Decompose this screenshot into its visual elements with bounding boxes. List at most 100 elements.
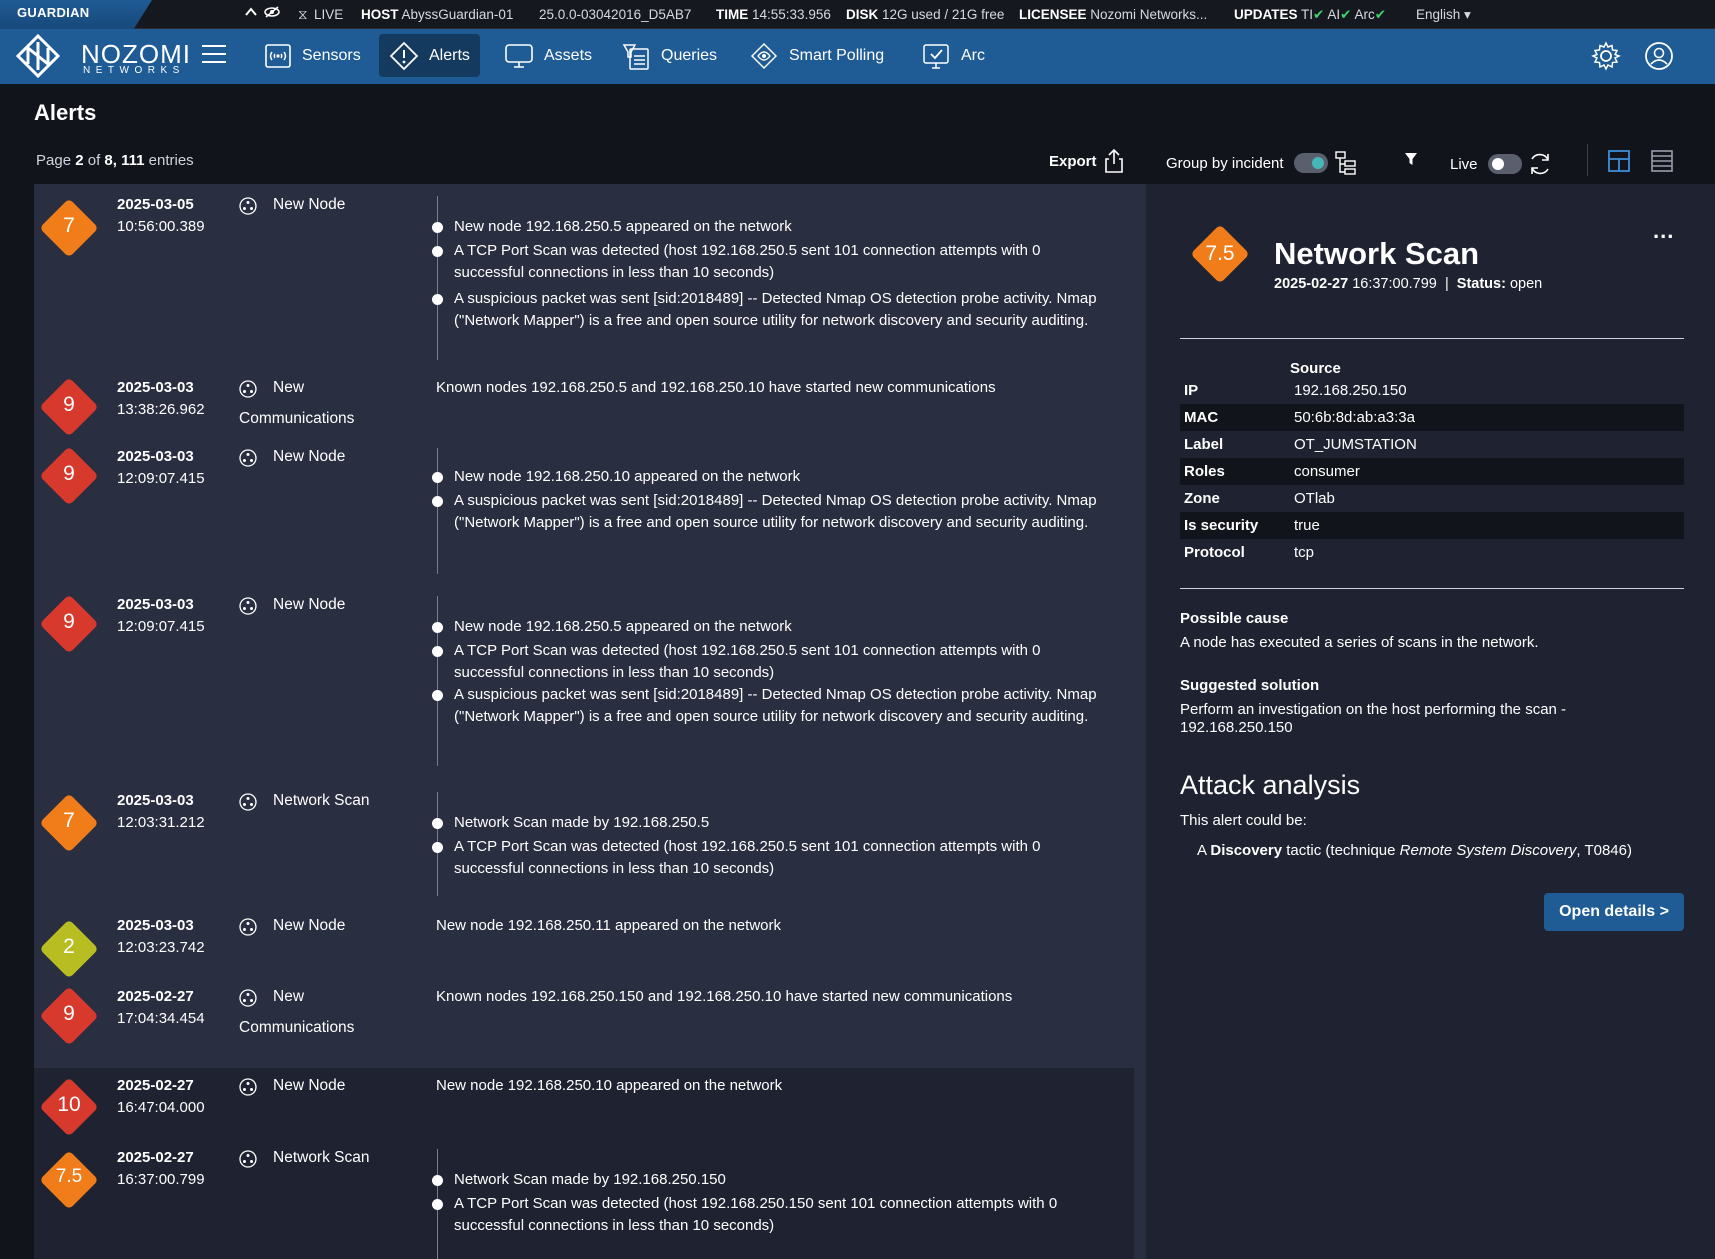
- alert-row[interactable]: 9 2025-03-03 13:38:26.962 New Communicat…: [34, 372, 1134, 438]
- export-button[interactable]: Export: [1049, 148, 1125, 174]
- alert-date: 2025-03-03: [117, 792, 194, 809]
- alert-time: 13:38:26.962: [117, 401, 205, 418]
- field-ip: IP 192.168.250.150: [1184, 382, 1407, 399]
- field-mac: MAC 50:6b:8d:ab:a3:3a: [1180, 404, 1684, 431]
- sensors-icon: [265, 43, 291, 68]
- live-label: Live: [1450, 155, 1478, 173]
- risk-value: 9: [63, 462, 75, 485]
- nav-assets[interactable]: Assets: [494, 34, 602, 77]
- language-select[interactable]: English ▾: [1416, 7, 1471, 23]
- user-avatar-icon[interactable]: [1644, 41, 1674, 71]
- nav-alerts[interactable]: Alerts: [379, 34, 480, 77]
- chevron-up-icon[interactable]: [244, 5, 258, 22]
- alert-date: 2025-02-27: [117, 988, 194, 1005]
- updates-info[interactable]: UPDATES TI✔ AI✔ Arc✔: [1234, 7, 1386, 23]
- open-details-button[interactable]: Open details >: [1544, 893, 1684, 931]
- detail-risk-value: 7.5: [1205, 242, 1235, 265]
- more-options-icon[interactable]: ...: [1653, 218, 1674, 244]
- nav-queries[interactable]: Queries: [611, 34, 727, 77]
- eye-hidden-icon[interactable]: [264, 6, 280, 21]
- logo-sub: NETWORKS: [83, 65, 185, 76]
- version-info: 25.0.0-03042016_D5AB7: [539, 7, 692, 22]
- alert-description: Network Scan made by 192.168.250.5: [454, 814, 710, 831]
- filter-icon[interactable]: [1404, 152, 1418, 166]
- host-info: HOST AbyssGuardian-01: [361, 7, 514, 22]
- toolbar-divider: [1587, 144, 1588, 176]
- detail-title: Network Scan: [1274, 236, 1480, 271]
- alert-row[interactable]: 7 2025-03-05 10:56:00.389 New Node New n…: [34, 184, 1134, 372]
- hourglass-icon: ⧖: [298, 7, 308, 22]
- alert-category-line2: Communications: [239, 410, 355, 427]
- alert-row[interactable]: 9 2025-02-27 17:04:34.454 New Communicat…: [34, 978, 1134, 1052]
- alerts-list[interactable]: 7 2025-03-05 10:56:00.389 New Node New n…: [34, 184, 1146, 1259]
- category-icon: [239, 197, 257, 215]
- live-control: Live: [1450, 150, 1554, 178]
- refresh-icon: [1530, 153, 1549, 175]
- timeline-bullet: [432, 690, 443, 701]
- risk-value: 7.5: [55, 1166, 83, 1187]
- alert-date: 2025-02-27: [117, 1077, 194, 1094]
- source-header: Source: [1290, 360, 1341, 377]
- timeline-bullet: [432, 842, 443, 853]
- alert-date: 2025-02-27: [117, 1149, 194, 1166]
- alert-row[interactable]: 2 2025-03-03 12:03:23.742 New Node New n…: [34, 907, 1134, 979]
- category-icon: [239, 1078, 257, 1096]
- suggested-solution-host: 192.168.250.150: [1180, 719, 1293, 736]
- suggested-solution-text: Perform an investigation on the host per…: [1180, 701, 1567, 718]
- nav-queries-label: Queries: [661, 46, 718, 64]
- field-protocol: Protocol tcp: [1184, 544, 1315, 561]
- nav-alerts-label: Alerts: [429, 46, 470, 64]
- nav-sensors-label: Sensors: [302, 46, 361, 64]
- alert-detail-panel: 7.5 Network Scan 2025-02-27 16:37:00.799…: [1146, 184, 1715, 1259]
- caret-down-icon: ▾: [1464, 7, 1471, 22]
- split-view-icon[interactable]: [1607, 148, 1631, 174]
- category-icon: [239, 449, 257, 467]
- timeline-bullet: [432, 496, 443, 507]
- timeline-bullet: [432, 646, 443, 657]
- settings-gear-icon[interactable]: [1591, 41, 1621, 71]
- alert-description: New node 192.168.250.10 appeared on the …: [436, 1077, 783, 1094]
- alert-category: Network Scan: [273, 792, 370, 809]
- nav-arc[interactable]: Arc: [911, 34, 995, 77]
- alert-description: A suspicious packet was sent [sid:201848…: [454, 290, 1097, 329]
- nozomi-logo[interactable]: NOZOMI NETWORKS: [16, 33, 190, 79]
- alert-description: A TCP Port Scan was detected (host 192.1…: [454, 242, 1041, 281]
- page-title: Alerts: [34, 100, 97, 125]
- risk-value: 9: [63, 610, 75, 633]
- alert-row[interactable]: 9 2025-03-03 12:09:07.415 New Node New n…: [34, 586, 1134, 781]
- nav-smart-polling[interactable]: Smart Polling: [739, 34, 894, 77]
- live-toggle[interactable]: [1487, 154, 1522, 174]
- alert-time: 10:56:00.389: [117, 218, 205, 235]
- category-icon: [239, 793, 257, 811]
- alert-time: 12:09:07.415: [117, 470, 205, 487]
- alert-description: A suspicious packet was sent [sid:201848…: [454, 686, 1097, 725]
- alert-description: A TCP Port Scan was detected (host 192.1…: [454, 642, 1041, 681]
- alert-row-selected[interactable]: 10 2025-02-27 16:47:04.000 New Node New …: [34, 1068, 1134, 1139]
- query-icon: [622, 43, 649, 70]
- alert-description: Known nodes 192.168.250.150 and 192.168.…: [436, 988, 1013, 1005]
- licensee-info: LICENSEE Nozomi Networks...: [1019, 7, 1208, 22]
- list-view-icon[interactable]: [1650, 148, 1674, 174]
- alert-time: 16:37:00.799: [117, 1171, 205, 1188]
- risk-value: 9: [63, 1002, 75, 1025]
- alert-row-selected[interactable]: 7.5 2025-02-27 16:37:00.799 Network Scan…: [34, 1139, 1134, 1259]
- alert-category: Network Scan: [273, 1149, 370, 1166]
- detail-divider: [1180, 588, 1684, 589]
- menu-icon[interactable]: [202, 45, 226, 65]
- alert-row[interactable]: 7 2025-03-03 12:03:31.212 Network Scan N…: [34, 781, 1134, 907]
- alert-category: New: [273, 379, 305, 396]
- alert-description: New node 192.168.250.10 appeared on the …: [454, 468, 801, 485]
- category-icon: [239, 1150, 257, 1168]
- nav-sensors[interactable]: Sensors: [254, 34, 371, 77]
- alert-category: New Node: [273, 1077, 346, 1094]
- alert-description: A TCP Port Scan was detected (host 192.1…: [454, 1195, 1058, 1234]
- field-label: Label OT_JUMSTATION: [1184, 436, 1417, 453]
- alert-time: 16:47:04.000: [117, 1099, 205, 1116]
- risk-value: 7: [63, 809, 75, 832]
- alert-time: 12:03:31.212: [117, 814, 205, 831]
- alert-row[interactable]: 9 2025-03-03 12:09:07.415 New Node New n…: [34, 438, 1134, 586]
- group-by-incident-toggle[interactable]: [1293, 153, 1328, 173]
- timeline-bullet: [432, 1175, 443, 1186]
- alert-description: New node 192.168.250.11 appeared on the …: [436, 917, 781, 934]
- export-label: Export: [1049, 152, 1097, 170]
